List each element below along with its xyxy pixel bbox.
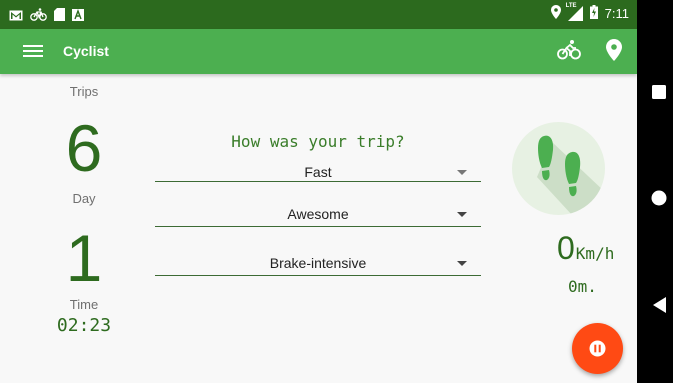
- speed-readout: 0 Km/h: [557, 230, 614, 267]
- bike-icon: [557, 40, 581, 60]
- lte-signal-icon: LTE: [566, 3, 583, 21]
- rating-dropdown-value: Awesome: [287, 206, 349, 222]
- back-button[interactable]: [653, 297, 666, 317]
- status-bar: LTE 7:11: [0, 0, 637, 29]
- dropdown-arrow-icon: [457, 261, 467, 266]
- home-button[interactable]: [651, 190, 667, 210]
- day-value: 1: [65, 221, 103, 295]
- app-screen: LTE 7:11 Cyclist Trips 6 Day 1 Time 02:2…: [0, 0, 637, 383]
- gmail-icon: [9, 6, 23, 25]
- location-icon: [550, 5, 561, 22]
- pause-icon: [589, 340, 606, 357]
- home-icon: [651, 190, 667, 206]
- distance-value: 0m.: [568, 277, 597, 296]
- trips-value: 6: [65, 111, 103, 185]
- dropdown-arrow-icon: [457, 212, 467, 217]
- dropdown-underline: [155, 226, 481, 227]
- trips-label: Trips: [69, 84, 99, 99]
- braking-dropdown[interactable]: Brake-intensive: [155, 254, 481, 276]
- dropdown-underline: [155, 181, 481, 182]
- menu-icon: [23, 45, 43, 47]
- dropdown-underline: [155, 275, 481, 276]
- speed-dropdown-value: Fast: [304, 164, 332, 180]
- day-label: Day: [72, 191, 96, 206]
- menu-button[interactable]: [23, 42, 43, 60]
- back-icon: [653, 297, 666, 313]
- trip-question: How was your trip?: [231, 132, 405, 151]
- app-bar: Cyclist: [0, 29, 637, 74]
- braking-dropdown-value: Brake-intensive: [269, 255, 367, 271]
- speed-unit: Km/h: [575, 244, 615, 263]
- rating-dropdown[interactable]: Awesome: [155, 205, 481, 227]
- location-button[interactable]: [606, 39, 622, 65]
- app-title: Cyclist: [63, 43, 109, 59]
- app-a-icon: [72, 6, 84, 25]
- time-label: Time: [69, 297, 99, 312]
- clock: 7:11: [604, 6, 629, 21]
- location-icon: [606, 39, 622, 61]
- navigation-bar: [637, 0, 673, 383]
- speed-value: 0: [557, 230, 575, 266]
- dropdown-arrow-icon: [457, 170, 467, 175]
- battery-icon: [589, 5, 598, 22]
- bike-icon: [30, 6, 47, 25]
- recents-button[interactable]: [652, 84, 666, 103]
- activity-indicator: [512, 122, 605, 215]
- speed-dropdown[interactable]: Fast: [155, 163, 481, 182]
- pause-button[interactable]: [572, 323, 623, 374]
- sd-card-icon: [54, 6, 65, 25]
- time-value: 02:23: [56, 315, 112, 336]
- recents-icon: [652, 85, 666, 99]
- footsteps-icon: [537, 135, 605, 215]
- bike-button[interactable]: [557, 39, 581, 65]
